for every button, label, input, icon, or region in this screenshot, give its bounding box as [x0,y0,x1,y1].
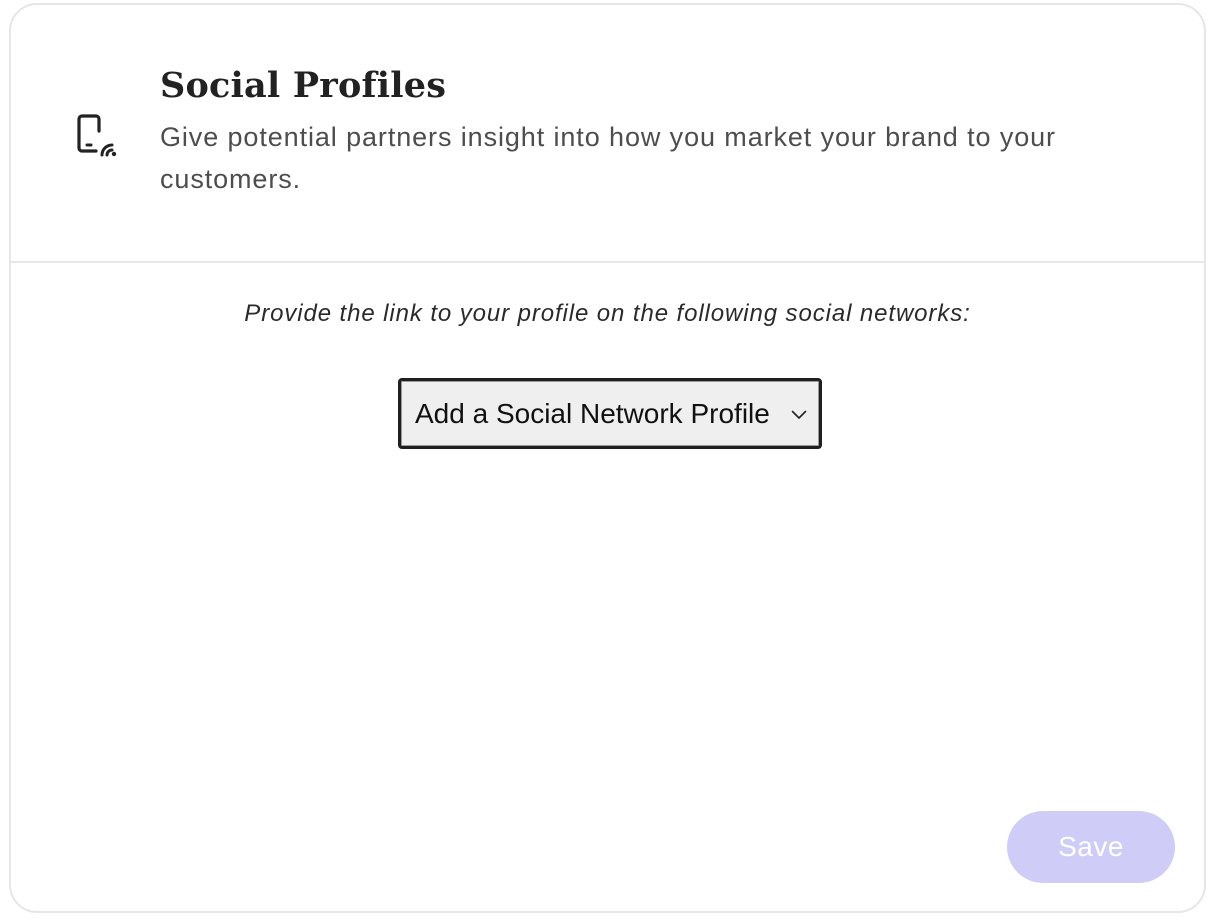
social-network-select[interactable]: Add a Social Network Profile [398,378,822,449]
instruction-text: Provide the link to your profile on the … [244,300,971,327]
save-button[interactable]: Save [1007,811,1175,883]
select-label: Add a Social Network Profile [415,398,770,429]
chevron-down-icon [791,410,807,419]
card-header: Social Profiles Give potential partners … [11,5,1204,263]
section-subtitle: Give potential partners insight into how… [160,122,1056,194]
social-profiles-card: Social Profiles Give potential partners … [9,3,1206,913]
section-title: Social Profiles [160,65,447,106]
phone-wifi-icon [77,114,117,157]
